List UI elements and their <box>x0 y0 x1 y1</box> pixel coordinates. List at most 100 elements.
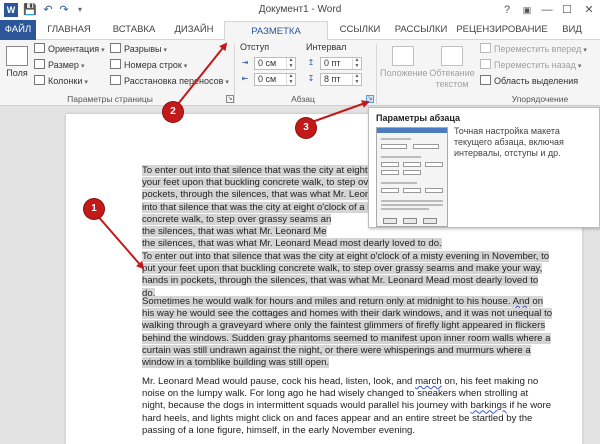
position-icon <box>392 46 414 66</box>
chevron-down-icon: ▾ <box>183 63 188 70</box>
line-numbers-icon <box>110 59 121 69</box>
paragraph-1-line: into that silence that was the city at e… <box>142 201 383 213</box>
page-setup-group-label: Параметры страницы <box>67 94 153 104</box>
minimize-button[interactable]: — <box>536 0 558 20</box>
breaks-icon <box>110 43 121 53</box>
maximize-button[interactable]: ☐ <box>556 0 578 20</box>
position-label: Положение <box>380 68 428 78</box>
spacing-after-input[interactable]: 8 пт ▲ ▼ <box>320 73 362 86</box>
wrap-text-icon <box>441 46 463 66</box>
chevron-down-icon: ▾ <box>577 63 582 70</box>
spinner-arrows-icon[interactable]: ▲ ▼ <box>286 57 295 69</box>
breaks-label: Разрывы <box>124 44 162 54</box>
paragraph-2[interactable]: To enter out into that silence that was … <box>142 251 554 300</box>
selection-pane-label: Область выделения <box>494 76 579 86</box>
orientation-button[interactable]: Ориентация ▾ <box>34 42 105 56</box>
paragraph-3[interactable]: Sometimes he would walk for hours and mi… <box>142 296 554 369</box>
tab-mailings[interactable]: РАССЫЛКИ <box>390 20 452 40</box>
hyphenation-label: Расстановка переносов <box>124 76 224 86</box>
send-backward-label: Переместить назад <box>494 60 576 70</box>
help-button[interactable]: ? <box>496 0 518 20</box>
orientation-icon <box>34 43 45 53</box>
spacing-after-value: 8 пт <box>324 74 341 84</box>
tab-references[interactable]: ССЫЛКИ <box>334 20 386 40</box>
indent-right-icon: ⇤ <box>241 74 249 83</box>
paragraph-4-text-a: Mr. Leonard Mead would pause, cock his h… <box>142 376 416 387</box>
size-label: Размер <box>48 60 79 70</box>
title-bar: W 💾 ↶ ↷ ▾ Документ1 - Word ? ▣ — ☐ ✕ <box>0 0 600 20</box>
spinner-arrows-icon[interactable]: ▲ ▼ <box>286 73 295 85</box>
page-setup-launcher-icon[interactable]: ↘ <box>226 95 234 103</box>
line-numbers-button[interactable]: Номера строк ▾ <box>110 58 187 72</box>
tab-insert[interactable]: ВСТАВКА <box>104 20 164 40</box>
wrap-text-button[interactable]: Обтекание текстом <box>428 46 476 90</box>
bring-forward-button[interactable]: Переместить вперед ▾ <box>480 42 587 56</box>
size-icon <box>34 59 45 69</box>
margins-button[interactable]: Поля <box>3 46 31 79</box>
hyphenation-icon <box>110 75 121 85</box>
chevron-down-icon: ▾ <box>84 79 88 86</box>
breaks-button[interactable]: Разрывы ▾ <box>110 42 167 56</box>
paragraph-1-line: the silences, that was what Mr. Leonard … <box>142 238 442 250</box>
annotation-badge-2: 2 <box>163 102 183 122</box>
tab-review[interactable]: РЕЦЕНЗИРОВАНИЕ <box>456 20 548 40</box>
spinner-arrows-icon[interactable]: ▲ ▼ <box>352 57 361 69</box>
bring-forward-icon <box>480 43 491 53</box>
ribbon-page-layout: Поля Ориентация ▾ Размер ▾ Колонки ▾ Разрыв… <box>0 40 600 106</box>
paragraph-4[interactable]: Mr. Leonard Mead would pause, cock his h… <box>142 376 554 437</box>
columns-icon <box>34 75 45 85</box>
columns-button[interactable]: Колонки ▾ <box>34 74 88 88</box>
paragraph-settings-tooltip: Параметры абзаца Точная настройка макета… <box>368 107 600 228</box>
indent-left-value: 0 см <box>258 58 277 68</box>
chevron-down-icon: ▾ <box>80 63 85 70</box>
annotation-badge-1: 1 <box>84 199 104 219</box>
margins-label: Поля <box>6 68 28 78</box>
chevron-down-icon: ▾ <box>225 79 229 86</box>
tab-view[interactable]: ВИД <box>554 20 590 40</box>
bring-forward-label: Переместить вперед <box>494 44 582 54</box>
tab-home[interactable]: ГЛАВНАЯ <box>40 20 98 40</box>
spacing-header: Интервал <box>306 42 347 52</box>
indent-right-input[interactable]: 0 см ▲ ▼ <box>254 73 296 86</box>
spacing-before-value: 0 пт <box>324 58 341 68</box>
indent-right-value: 0 см <box>258 74 277 84</box>
paragraph-group-label: Абзац <box>291 94 315 104</box>
spelling-flag[interactable]: barkings <box>471 400 507 411</box>
arrange-group-label: Упорядочение <box>511 94 569 104</box>
paragraph-settings-launcher-icon[interactable]: ↘ <box>366 95 374 103</box>
paragraph-1-line: pockets, through the silences, that was … <box>142 189 385 201</box>
size-button[interactable]: Размер ▾ <box>34 58 84 72</box>
group-separator <box>376 44 377 104</box>
tab-file[interactable]: ФАЙЛ <box>0 20 36 40</box>
selection-pane-button[interactable]: Область выделения <box>480 74 578 88</box>
orientation-label: Ориентация <box>48 44 100 54</box>
spelling-flag[interactable]: march <box>415 376 442 387</box>
paragraph-1-line: concrete walk, to step over grassy seams… <box>142 213 332 225</box>
spelling-flag[interactable]: And <box>513 296 530 307</box>
paragraph-1-line: the silences, that was what Mr. Leonard … <box>142 226 327 238</box>
selection-pane-icon <box>480 75 491 85</box>
spacing-after-icon: ↧ <box>307 74 315 83</box>
position-button[interactable]: Положение <box>380 46 428 79</box>
tab-page-layout[interactable]: РАЗМЕТКА СТРАНИЦЫ <box>224 21 328 57</box>
tab-design[interactable]: ДИЗАЙН <box>168 20 220 40</box>
tooltip-description: Точная настройка макета текущего абзаца,… <box>454 126 564 158</box>
send-backward-button[interactable]: Переместить назад ▾ <box>480 58 581 72</box>
spacing-before-icon: ↥ <box>307 58 315 67</box>
paragraph-1-line: your feet upon that buckling concrete wa… <box>142 177 388 189</box>
tooltip-title: Параметры абзаца <box>376 113 461 123</box>
spinner-arrows-icon[interactable]: ▲ ▼ <box>352 73 361 85</box>
chevron-down-icon: ▾ <box>163 47 167 54</box>
line-numbers-label: Номера строк <box>124 60 182 70</box>
paragraph-dialog-preview-image <box>376 127 448 227</box>
wrap-text-label: Обтекание текстом <box>429 68 475 89</box>
spacing-before-input[interactable]: 0 пт ▲ ▼ <box>320 57 362 70</box>
indent-left-icon: ⇥ <box>241 58 249 67</box>
ribbon-display-options-button[interactable]: ▣ <box>516 0 538 20</box>
close-button[interactable]: ✕ <box>578 0 600 20</box>
ribbon-tabs: ФАЙЛ ГЛАВНАЯ ВСТАВКА ДИЗАЙН РАЗМЕТКА СТР… <box>0 20 600 57</box>
hyphenation-button[interactable]: Расстановка переносов ▾ <box>110 74 229 88</box>
indent-left-input[interactable]: 0 см ▲ ▼ <box>254 57 296 70</box>
annotation-badge-3: 3 <box>296 118 316 138</box>
indent-header: Отступ <box>240 42 270 52</box>
